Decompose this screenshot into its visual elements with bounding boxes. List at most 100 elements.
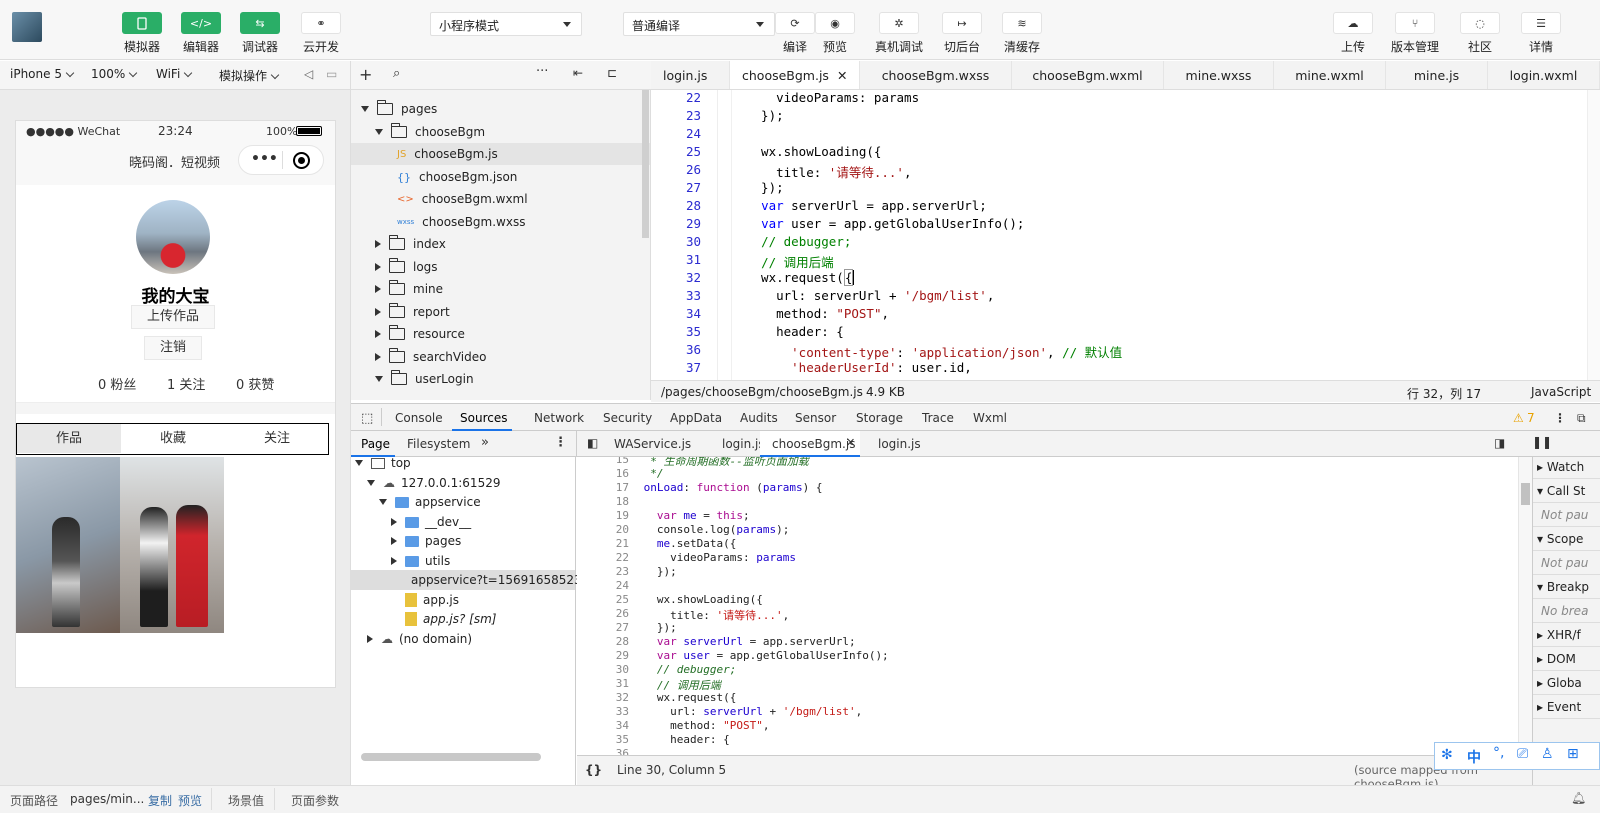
dom-section[interactable]: ▸ DOM	[1533, 647, 1600, 671]
kebab-menu-icon[interactable]: ⋮	[1554, 411, 1566, 425]
more-dots-icon[interactable]: •••	[251, 151, 278, 167]
device-select[interactable]: iPhone 5	[10, 67, 75, 81]
tree-scrollbar[interactable]	[642, 90, 649, 238]
keyboard-icon[interactable]: ⎚	[1517, 746, 1528, 762]
preview-button[interactable]: ◉ 预览	[806, 12, 864, 55]
user-avatar[interactable]	[12, 12, 42, 42]
cursor-position[interactable]: 行 32，列 17	[1407, 385, 1481, 402]
close-miniapp-icon[interactable]	[293, 152, 310, 169]
preview-link[interactable]: 预览	[178, 792, 202, 809]
grid-icon[interactable]: ⊞	[1567, 746, 1579, 762]
devtools-tab-network[interactable]: Network	[534, 411, 584, 425]
tree-folder-index[interactable]: index	[375, 233, 446, 255]
source-tab-login-2[interactable]: login.js	[878, 437, 921, 451]
tab-mine-js[interactable]: mine.js	[1386, 61, 1488, 89]
pause-icon[interactable]: ❚❚	[1532, 435, 1552, 449]
scene-value-link[interactable]: 场景值	[228, 792, 264, 809]
nav-dev[interactable]: __dev__	[391, 512, 471, 532]
debugger-button[interactable]: ⇆ 调试器	[231, 12, 289, 55]
backstage-button[interactable]: ↦ 切后台	[933, 12, 991, 55]
nav-appservice[interactable]: appservice	[379, 492, 481, 512]
tree-folder-report[interactable]: report	[375, 301, 450, 323]
breakpoints-section[interactable]: ▾ Breakp	[1533, 575, 1600, 599]
pretty-print-icon[interactable]: {}	[585, 763, 602, 777]
more-icon[interactable]: ···	[536, 64, 548, 79]
cloud-dev-button[interactable]: ⚭ 云开发	[292, 12, 350, 55]
kebab-menu-icon[interactable]: ⋮	[554, 435, 567, 450]
capsule-menu[interactable]: •••	[238, 145, 324, 175]
popout-icon[interactable]: ▭	[326, 67, 337, 81]
tree-file-choosebgm-wxss[interactable]: wxss chooseBgm.wxss	[397, 211, 525, 233]
close-tab-icon[interactable]: ✕	[846, 436, 855, 449]
nav-pages[interactable]: pages	[391, 531, 461, 551]
page-tab[interactable]: Page	[361, 437, 390, 451]
copy-link[interactable]: 复制	[148, 792, 172, 809]
simulate-ops-select[interactable]: 模拟操作	[219, 67, 280, 84]
tab-mine-wxss[interactable]: mine.wxss	[1164, 61, 1274, 89]
devtools-tab-trace[interactable]: Trace	[922, 411, 954, 425]
bell-icon[interactable]: 🔔︎	[1571, 791, 1586, 805]
simulator-button[interactable]: 模拟器	[113, 12, 171, 55]
filesystem-tab[interactable]: Filesystem	[407, 437, 470, 451]
devtools-tab-appdata[interactable]: AppData	[670, 411, 722, 425]
event-section[interactable]: ▸ Event	[1533, 695, 1600, 719]
tree-file-choosebgm-wxml[interactable]: <> chooseBgm.wxml	[397, 188, 528, 210]
source-scrollbar[interactable]	[1518, 457, 1532, 755]
video-thumbnail[interactable]	[120, 457, 224, 633]
version-button[interactable]: ⑂ 版本管理	[1386, 12, 1444, 55]
devtools-tab-audits[interactable]: Audits	[740, 411, 778, 425]
source-tab-choosebgm[interactable]: chooseBgm.js ✕	[760, 431, 860, 457]
clear-cache-button[interactable]: ≋ 清缓存	[993, 12, 1051, 55]
logout-button[interactable]: 注销	[144, 336, 202, 360]
zoom-select[interactable]: 100%	[91, 67, 138, 81]
nav-utils[interactable]: utils	[391, 551, 450, 571]
tree-folder-mine[interactable]: mine	[375, 278, 443, 300]
upload-work-button[interactable]: 上传作品	[131, 305, 215, 329]
warning-icon[interactable]: ⚠	[1513, 411, 1524, 425]
toggle-navigator-icon[interactable]: ◧	[587, 436, 598, 450]
close-tab-icon[interactable]: ✕	[837, 68, 847, 83]
nav-app-js[interactable]: app.js	[405, 590, 459, 610]
video-thumbnail[interactable]	[16, 457, 120, 633]
profile-avatar[interactable]	[136, 200, 210, 274]
inspect-element-icon[interactable]: ⬚	[361, 411, 373, 426]
watch-section[interactable]: ▸ Watch	[1533, 455, 1600, 479]
network-select[interactable]: WiFi	[156, 67, 193, 81]
tree-folder-resource[interactable]: resource	[375, 323, 465, 345]
nav-host[interactable]: ☁ 127.0.0.1:61529	[367, 473, 500, 493]
devtools-tab-storage[interactable]: Storage	[856, 411, 903, 425]
collapse-icon[interactable]: ⇤	[573, 66, 583, 80]
tab-choosebgm-js[interactable]: chooseBgm.js ✕	[730, 61, 860, 89]
upload-button[interactable]: ☁ 上传	[1324, 12, 1382, 55]
search-icon[interactable]: ⌕	[393, 66, 400, 81]
tree-folder-logs[interactable]: logs	[375, 256, 438, 278]
scope-section[interactable]: ▾ Scope	[1533, 527, 1600, 551]
compile-mode-select[interactable]: 普通编译	[623, 12, 775, 36]
devtools-tab-security[interactable]: Security	[603, 411, 652, 425]
toggle-panel-icon[interactable]: ⊏	[607, 66, 617, 80]
nav-app-js-sourcemap[interactable]: app.js? [sm]	[405, 609, 496, 629]
callstack-section[interactable]: ▾ Call St	[1533, 479, 1600, 503]
tree-folder-searchvideo[interactable]: searchVideo	[375, 346, 486, 368]
tab-choosebgm-wxml[interactable]: chooseBgm.wxml	[1012, 61, 1164, 89]
nav-top[interactable]: top	[355, 453, 411, 473]
xhr-section[interactable]: ▸ XHR/f	[1533, 623, 1600, 647]
tab-favorites[interactable]: 收藏	[121, 424, 225, 453]
editor-scrollbar[interactable]	[1587, 90, 1600, 380]
nav-appservice-file[interactable]: appservice?t=156916585233	[351, 570, 589, 590]
tree-file-choosebgm-json[interactable]: {} chooseBgm.json	[397, 166, 517, 188]
source-tab-login[interactable]: login.js	[722, 437, 765, 451]
toggle-debugger-icon[interactable]: ◨	[1494, 436, 1505, 450]
tree-file-choosebgm-js[interactable]: JS chooseBgm.js	[351, 143, 650, 165]
user-icon[interactable]: ♙	[1541, 746, 1554, 762]
undock-icon[interactable]: ⧉	[1577, 411, 1586, 426]
source-tab-waservice[interactable]: WAService.js	[614, 437, 691, 451]
tree-folder-userlogin[interactable]: userLogin	[375, 368, 474, 390]
more-tabs-icon[interactable]: »	[481, 435, 489, 450]
devtools-tab-sources[interactable]: Sources	[460, 411, 507, 425]
community-button[interactable]: ◌ 社区	[1451, 12, 1509, 55]
tab-works[interactable]: 作品	[17, 424, 121, 453]
tab-choosebgm-wxss[interactable]: chooseBgm.wxss	[860, 61, 1012, 89]
source-viewer[interactable]: 15 16 17 18 19 20 21 22 23 24 25 26 27 28 29 30 31 32 33 34…	[577, 457, 1532, 755]
paw-icon[interactable]: ✻	[1441, 747, 1453, 763]
